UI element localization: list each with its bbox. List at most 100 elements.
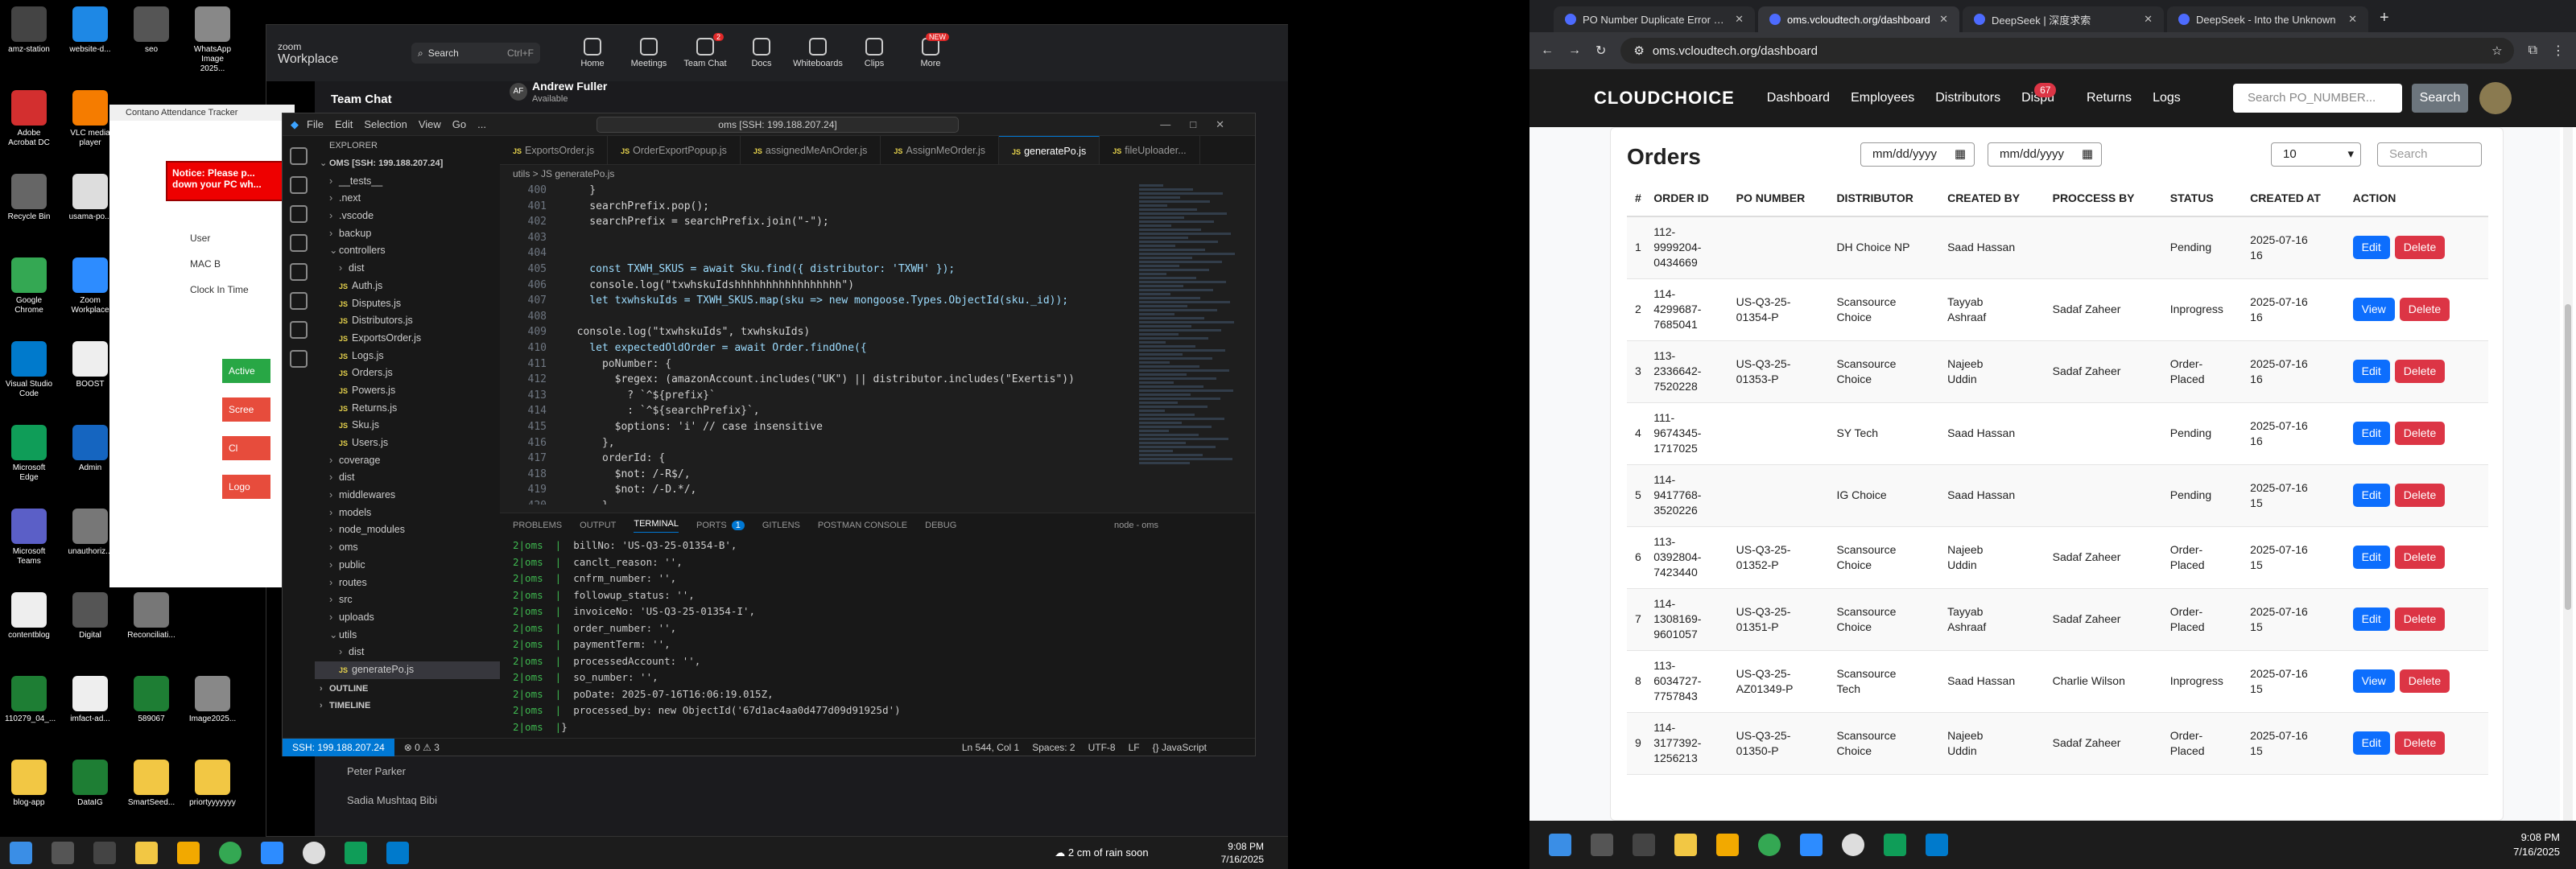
desktop-icon[interactable]: BOOST: [66, 341, 114, 389]
indentation[interactable]: Spaces: 2: [1032, 742, 1075, 753]
nav-link-distributors[interactable]: Distributors: [1935, 91, 2000, 105]
panel-tab-problems[interactable]: PROBLEMS: [513, 521, 562, 530]
start-icon[interactable]: [1549, 834, 1571, 856]
explorer-root[interactable]: ⌄ OMS [SSH: 199.188.207.24]: [315, 155, 500, 173]
desktop-icon[interactable]: seo: [127, 6, 175, 55]
problems-indicator[interactable]: ⊗ 0 ⚠ 3: [404, 742, 440, 753]
tree-folder[interactable]: › middlewares: [315, 487, 500, 505]
browser-tab[interactable]: oms.vcloudtech.org/dashboard ✕: [1758, 6, 1959, 32]
menu-go[interactable]: Go: [452, 118, 466, 130]
table-search-input[interactable]: Search: [2377, 142, 2482, 167]
delete-button[interactable]: Delete: [2394, 360, 2446, 383]
active-button[interactable]: Active: [222, 359, 270, 383]
po-search-input[interactable]: Search PO_NUMBER...: [2233, 84, 2402, 113]
edit-button[interactable]: Edit: [2352, 484, 2390, 507]
browser-tab[interactable]: PO Number Duplicate Error Ex... ✕: [1554, 6, 1755, 32]
delete-button[interactable]: Delete: [2399, 298, 2450, 321]
panel-tab-output[interactable]: OUTPUT: [580, 521, 616, 530]
tree-file[interactable]: JS Disputes.js: [315, 295, 500, 313]
browser-tab[interactable]: DeepSeek - Into the Unknown ✕: [2167, 6, 2368, 32]
tree-file[interactable]: JS Orders.js: [315, 364, 500, 382]
delete-button[interactable]: Delete: [2394, 236, 2446, 260]
encoding[interactable]: UTF-8: [1088, 742, 1116, 753]
menu-more[interactable]: ...: [477, 118, 486, 130]
edit-button[interactable]: Edit: [2352, 607, 2390, 631]
table-row[interactable]: 2 114- 4299687- 7685041 US-Q3-25- 01354-P Scan…: [1627, 278, 2488, 341]
desktop-icon[interactable]: Microsoft Teams: [5, 509, 53, 566]
clock[interactable]: 9:08 PM 7/16/2025: [2513, 830, 2560, 859]
tree-file[interactable]: JS generatePo.js: [315, 661, 500, 679]
menu-file[interactable]: File: [307, 118, 324, 130]
task-view-icon[interactable]: [1633, 834, 1655, 856]
chat-list-item[interactable]: Sadia Mushtaq Bibi: [315, 786, 437, 815]
code-editor[interactable]: 400 } 401 searchPrefix.pop(); 402 searchPr…: [500, 183, 1126, 505]
terminal-name[interactable]: node - oms: [1114, 521, 1158, 530]
tree-file[interactable]: JS Auth.js: [315, 278, 500, 295]
minimap[interactable]: [1139, 183, 1244, 505]
zoom-icon[interactable]: [261, 842, 283, 864]
table-row[interactable]: 3 113- 2336642- 7520228 US-Q3-25- 01353-P Scan…: [1627, 340, 2488, 403]
editor-tab[interactable]: JS ExportsOrder.js: [500, 136, 609, 164]
tree-folder[interactable]: › public: [315, 557, 500, 575]
table-row[interactable]: 8 113- 6034727- 7757843 US-Q3-25- AZ01349-P Sc…: [1627, 650, 2488, 713]
tree-file[interactable]: JS ExportsOrder.js: [315, 330, 500, 348]
edit-button[interactable]: Edit: [2352, 422, 2390, 445]
zoom-nav-more[interactable]: More NEW: [902, 33, 959, 68]
edge-icon[interactable]: [1884, 834, 1906, 856]
vscode-icon[interactable]: [386, 842, 409, 864]
close-icon[interactable]: ✕: [2144, 13, 2153, 26]
delete-button[interactable]: Delete: [2394, 607, 2446, 631]
tree-folder[interactable]: › dist: [315, 260, 500, 278]
language-mode[interactable]: {} JavaScript: [1153, 742, 1207, 753]
desktop-icon[interactable]: blog-app: [5, 760, 53, 808]
forward-icon[interactable]: →: [1568, 43, 1581, 58]
table-row[interactable]: 5 114- 9417768- 3520226 IG Choice Saad Hassan…: [1627, 464, 2488, 527]
bookmark-icon[interactable]: ☆: [2491, 43, 2502, 58]
desktop-icon[interactable]: WhatsApp Image 2025...: [188, 6, 237, 74]
desktop-icon[interactable]: Digital: [66, 592, 114, 640]
panel-tab-terminal[interactable]: TERMINAL: [634, 519, 679, 533]
delete-button[interactable]: Delete: [2399, 669, 2450, 693]
tree-file[interactable]: JS Distributors.js: [315, 312, 500, 330]
nav-link-dispu[interactable]: Dispu 67: [2021, 83, 2057, 105]
app-icon[interactable]: [1842, 834, 1864, 856]
desktop-icon[interactable]: Admin: [66, 425, 114, 473]
search-button[interactable]: Search: [2412, 84, 2468, 113]
back-icon[interactable]: ←: [1541, 43, 1554, 58]
store-icon[interactable]: [1716, 834, 1739, 856]
tree-file[interactable]: JS Powers.js: [315, 382, 500, 400]
table-row[interactable]: 4 111- 9674345- 1717025 SY Tech Saad Hassan Pe…: [1627, 402, 2488, 465]
desktop-icon[interactable]: VLC media player: [66, 90, 114, 148]
avatar[interactable]: [2479, 82, 2512, 114]
desktop-icon[interactable]: Reconciliati...: [127, 592, 175, 640]
remote-explorer-icon[interactable]: [290, 292, 308, 310]
search-icon[interactable]: [1591, 834, 1613, 856]
desktop-icon[interactable]: Visual Studio Code: [5, 341, 53, 399]
delete-button[interactable]: Delete: [2394, 546, 2446, 569]
reload-icon[interactable]: ↻: [1596, 43, 1606, 59]
table-row[interactable]: 1 112- 9999204- 0434669 DH Choice NP Saad Has…: [1627, 216, 2488, 279]
page-size-select[interactable]: 10 ▾: [2271, 142, 2361, 167]
menu-icon[interactable]: ⋮: [2552, 43, 2565, 59]
desktop-icon[interactable]: Microsoft Edge: [5, 425, 53, 483]
close-icon[interactable]: ✕: [2348, 13, 2357, 26]
desktop-icon[interactable]: amz-station: [5, 6, 53, 55]
file-explorer-icon[interactable]: [1674, 834, 1697, 856]
zoom-icon[interactable]: [1800, 834, 1823, 856]
date-from-input[interactable]: mm/dd/yyyy ▦: [1860, 142, 1975, 167]
menu-selection[interactable]: Selection: [364, 118, 407, 130]
nav-link-employees[interactable]: Employees: [1851, 91, 1914, 105]
tree-folder[interactable]: › backup: [315, 225, 500, 243]
new-tab-icon[interactable]: +: [2380, 9, 2389, 27]
outline-section[interactable]: › OUTLINE: [315, 681, 500, 698]
tree-folder[interactable]: › .vscode: [315, 208, 500, 225]
line-ending[interactable]: LF: [1129, 742, 1140, 753]
page-scrollbar[interactable]: [2563, 127, 2573, 821]
tree-folder[interactable]: › .next: [315, 190, 500, 208]
tree-folder[interactable]: ⌄ utils: [315, 627, 500, 645]
panel-tab-postman-console[interactable]: POSTMAN CONSOLE: [818, 521, 907, 530]
zoom-nav-docs[interactable]: Docs: [733, 38, 790, 68]
window-controls[interactable]: —□✕: [1160, 118, 1244, 131]
desktop-icon[interactable]: Zoom Workplace: [66, 257, 114, 315]
desktop-icon[interactable]: DataIG: [66, 760, 114, 808]
